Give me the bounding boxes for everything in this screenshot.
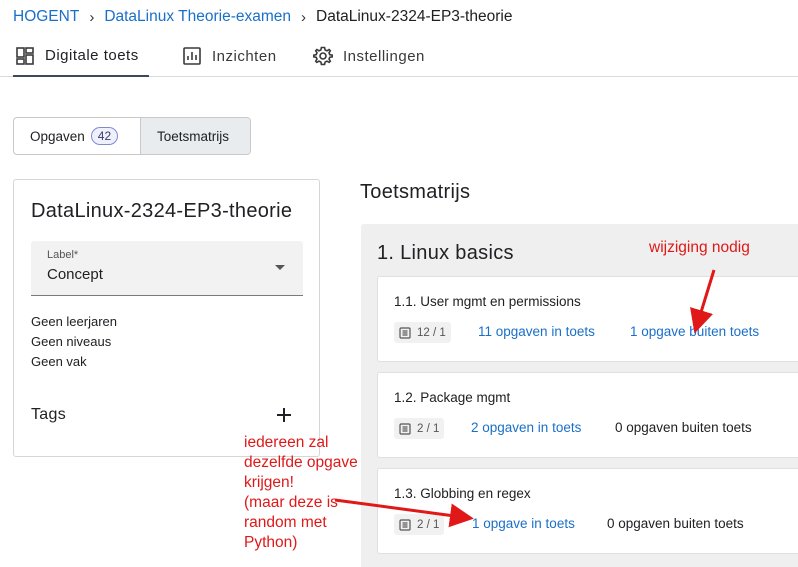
dropdown-arrow-icon (275, 265, 285, 270)
tab-instellingen[interactable]: Instellingen (313, 36, 425, 76)
matrix-section: 1. Linux basics 1.1. User mgmt en permis… (361, 224, 798, 567)
add-tag-button[interactable] (274, 405, 294, 425)
item-count: 12 / 1 (417, 326, 446, 339)
annotation-wijziging-nodig: wijziging nodig (649, 239, 750, 256)
meta-niveaus: Geen niveaus (31, 334, 112, 349)
gear-icon (313, 46, 333, 66)
exam-title: DataLinux-2324-EP3-theorie (31, 200, 293, 222)
dashboard-icon (15, 46, 35, 66)
list-icon (399, 326, 411, 339)
buiten-toets-link[interactable]: 1 opgave buiten toets (630, 324, 759, 339)
opgaven-toggle-button[interactable]: Opgaven 42 (14, 118, 141, 154)
matrix-item: 1.3. Globbing en regex 2 / 1 1 opgave in… (377, 468, 798, 554)
matrix-item: 1.1. User mgmt en permissions 12 / 1 11 … (377, 276, 798, 362)
in-toets-link[interactable]: 11 opgaven in toets (478, 324, 595, 339)
item-name: 1.3. Globbing en regex (394, 486, 531, 501)
item-count-chip: 2 / 1 (394, 418, 445, 439)
toetsmatrijs-label: Toetsmatrijs (157, 128, 230, 144)
top-navigation: Digitale toets Inzichten Instellingen (0, 36, 798, 77)
tab-inzichten[interactable]: Inzichten (182, 36, 277, 76)
in-toets-link[interactable]: 2 opgaven in toets (471, 420, 581, 435)
toetsmatrijs-toggle-button[interactable]: Toetsmatrijs (141, 118, 250, 154)
breadcrumb: HOGENT › DataLinux Theorie-examen › Data… (13, 6, 512, 28)
opgaven-label: Opgaven (30, 128, 85, 144)
tags-heading: Tags (31, 406, 66, 423)
item-count: 2 / 1 (417, 518, 440, 531)
matrix-title: Toetsmatrijs (360, 181, 471, 203)
breadcrumb-hogent-link[interactable]: HOGENT (13, 8, 79, 26)
label-select-value: Concept (47, 266, 103, 283)
breadcrumb-separator: › (89, 8, 95, 26)
tab-label: Digitale toets (45, 47, 139, 64)
view-toggle: Opgaven 42 Toetsmatrijs (13, 117, 251, 155)
tab-label: Inzichten (212, 47, 277, 65)
matrix-item: 1.2. Package mgmt 2 / 1 2 opgaven in toe… (377, 372, 798, 458)
list-icon (399, 422, 411, 435)
label-select[interactable]: Label* Concept (31, 241, 303, 296)
label-select-caption: Label* (47, 249, 79, 261)
item-count-chip: 12 / 1 (394, 322, 451, 343)
meta-leerjaren: Geen leerjaren (31, 314, 117, 329)
buiten-toets-text: 0 opgaven buiten toets (615, 420, 752, 435)
tab-digitale-toets[interactable]: Digitale toets (13, 36, 149, 77)
in-toets-link[interactable]: 1 opgave in toets (472, 516, 575, 531)
plus-icon (274, 408, 294, 429)
section-title: 1. Linux basics (377, 242, 514, 264)
buiten-toets-text: 0 opgaven buiten toets (607, 516, 744, 531)
exam-info-card: DataLinux-2324-EP3-theorie Label* Concep… (13, 179, 320, 457)
chart-icon (182, 46, 202, 66)
item-count: 2 / 1 (417, 422, 440, 435)
item-name: 1.2. Package mgmt (394, 390, 511, 405)
breadcrumb-course-link[interactable]: DataLinux Theorie-examen (104, 8, 291, 26)
meta-vak: Geen vak (31, 354, 87, 369)
list-icon (399, 518, 411, 531)
item-count-chip: 2 / 1 (394, 514, 445, 535)
item-name: 1.1. User mgmt en permissions (394, 294, 581, 309)
breadcrumb-current: DataLinux-2324-EP3-theorie (316, 8, 513, 25)
annotation-random-note: iedereen zal dezelfde opgave krijgen! (m… (244, 434, 358, 551)
breadcrumb-separator: › (301, 8, 306, 26)
tab-label: Instellingen (343, 47, 425, 65)
opgaven-count-badge: 42 (90, 127, 119, 145)
